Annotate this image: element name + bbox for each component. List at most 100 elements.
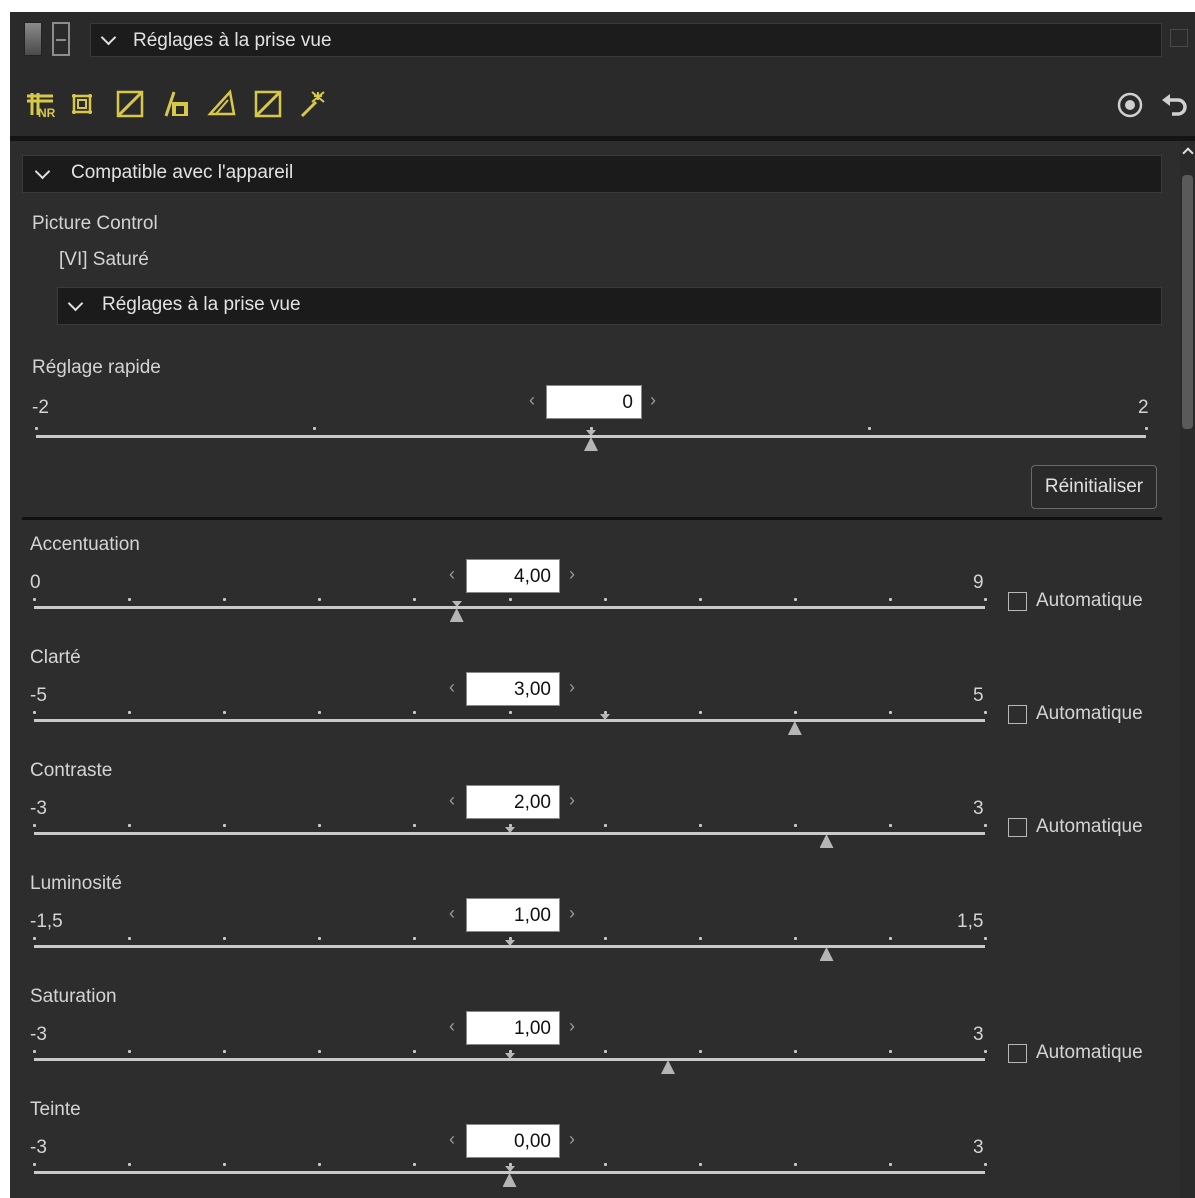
tone-curve-icon[interactable] (114, 88, 146, 120)
undo-icon[interactable] (1160, 90, 1190, 120)
crop-icon[interactable] (66, 88, 98, 120)
slider-thumb[interactable] (502, 1173, 517, 1187)
slider-value-field[interactable]: 1,00 (466, 898, 560, 932)
slider-value-field[interactable]: 4,00 (466, 559, 560, 593)
slider-tick (888, 711, 892, 714)
levels-icon[interactable] (160, 88, 192, 120)
slider-tick (984, 824, 987, 827)
slider-tick (984, 1163, 987, 1166)
preset-dropdown[interactable]: Réglages à la prise vue (90, 23, 1162, 57)
reset-adjustments-icon[interactable] (1115, 90, 1145, 120)
auto-retouch-wand-icon[interactable] (296, 88, 328, 120)
slider-value-field[interactable]: 1,00 (466, 1011, 560, 1045)
slider-tick (793, 711, 797, 714)
slider-min: -3 (30, 798, 47, 819)
slider-tick (888, 598, 892, 601)
slider-label: Teinte (30, 1099, 81, 1120)
automatique-label: Automatique (1036, 590, 1143, 611)
slider-tick (33, 711, 36, 714)
slider-tick (318, 598, 322, 601)
quick-adjust-max: 2 (1138, 397, 1149, 418)
decrement-arrow-icon[interactable]: ‹ (449, 903, 455, 924)
slider-tick (33, 1050, 36, 1053)
single-view-icon[interactable] (24, 22, 42, 56)
increment-arrow-icon[interactable]: › (650, 390, 656, 411)
noise-reduction-icon[interactable]: NR (24, 88, 56, 120)
slider-tick (413, 937, 417, 940)
increment-arrow-icon[interactable]: › (569, 1129, 575, 1150)
slider-default-marker (504, 940, 515, 946)
slider-tick (318, 937, 322, 940)
capture-settings-header[interactable]: Réglages à la prise vue (57, 287, 1162, 325)
slider-value-field[interactable]: 0,00 (466, 1124, 560, 1158)
slider-tick (35, 427, 38, 430)
chevron-down-icon (100, 29, 117, 46)
slider-tick (793, 598, 797, 601)
slider-thumb[interactable] (787, 721, 802, 735)
slider-tick (312, 427, 316, 430)
decrement-arrow-icon[interactable]: ‹ (449, 790, 455, 811)
panel-toggle-icon[interactable] (1170, 29, 1188, 47)
slider-min: 0 (30, 572, 41, 593)
slider-tick (984, 711, 987, 714)
panel-header: Réglages à la prise vue (10, 12, 1195, 72)
automatique-checkbox[interactable] (1008, 705, 1027, 724)
slider-default-marker (504, 1166, 515, 1172)
slider-label: Saturation (30, 986, 117, 1007)
decrement-arrow-icon[interactable]: ‹ (529, 390, 535, 411)
slider-tick (698, 598, 702, 601)
content-divider (22, 517, 1162, 520)
increment-arrow-icon[interactable]: › (569, 564, 575, 585)
automatique-checkbox[interactable] (1008, 592, 1027, 611)
slider-tick (508, 598, 512, 601)
slider-min: -1,5 (30, 911, 63, 932)
automatique-checkbox[interactable] (1008, 818, 1027, 837)
slider-value-field[interactable]: 2,00 (466, 785, 560, 819)
section-title: Réglages à la prise vue (102, 294, 301, 315)
slider-default-marker (599, 714, 610, 720)
slider-thumb[interactable] (819, 834, 834, 848)
slider-label: Contraste (30, 760, 113, 781)
slider-thumb[interactable] (449, 608, 464, 622)
compat-section-header[interactable]: Compatible avec l'appareil (22, 155, 1162, 193)
slider-min: -5 (30, 685, 47, 706)
preset-dropdown-label: Réglages à la prise vue (133, 30, 332, 51)
scroll-thumb[interactable] (1182, 175, 1193, 429)
slider-max: 3 (973, 1137, 984, 1158)
svg-text:NR: NR (38, 106, 56, 120)
slider-tick (603, 1163, 607, 1166)
picture-control-label: Picture Control (32, 213, 158, 234)
decrement-arrow-icon[interactable]: ‹ (449, 1016, 455, 1037)
slider-tick (128, 598, 132, 601)
increment-arrow-icon[interactable]: › (569, 790, 575, 811)
automatique-label: Automatique (1036, 703, 1143, 724)
slider-track[interactable] (34, 606, 985, 609)
slider-default-marker (451, 601, 462, 607)
slider-tick (33, 937, 36, 940)
picture-control-panel: Réglages à la prise vue NR Compatible av… (10, 12, 1195, 1198)
decrement-arrow-icon[interactable]: ‹ (449, 1129, 455, 1150)
slider-tick (223, 1163, 227, 1166)
slider-max: 3 (973, 1024, 984, 1045)
slider-tick (698, 937, 702, 940)
slider-value-field[interactable]: 3,00 (466, 672, 560, 706)
slider-track[interactable] (34, 719, 985, 722)
slider-tick (33, 1163, 36, 1166)
increment-arrow-icon[interactable]: › (569, 1016, 575, 1037)
increment-arrow-icon[interactable]: › (569, 903, 575, 924)
decrement-arrow-icon[interactable]: ‹ (449, 564, 455, 585)
slider-thumb[interactable] (661, 1060, 675, 1074)
split-view-icon[interactable] (52, 22, 70, 56)
color-curve-icon[interactable] (252, 88, 284, 120)
automatique-checkbox[interactable] (1008, 1044, 1027, 1063)
slider-thumb[interactable] (584, 437, 598, 451)
perspective-icon[interactable] (206, 88, 238, 120)
scroll-up-icon[interactable] (1182, 147, 1194, 159)
slider-tick (793, 824, 797, 827)
slider-thumb[interactable] (819, 947, 834, 961)
quick-adjust-value-field[interactable]: 0 (546, 385, 642, 419)
decrement-arrow-icon[interactable]: ‹ (449, 677, 455, 698)
increment-arrow-icon[interactable]: › (569, 677, 575, 698)
scrollbar[interactable] (1180, 141, 1195, 1198)
reset-button[interactable]: Réinitialiser (1031, 465, 1157, 509)
